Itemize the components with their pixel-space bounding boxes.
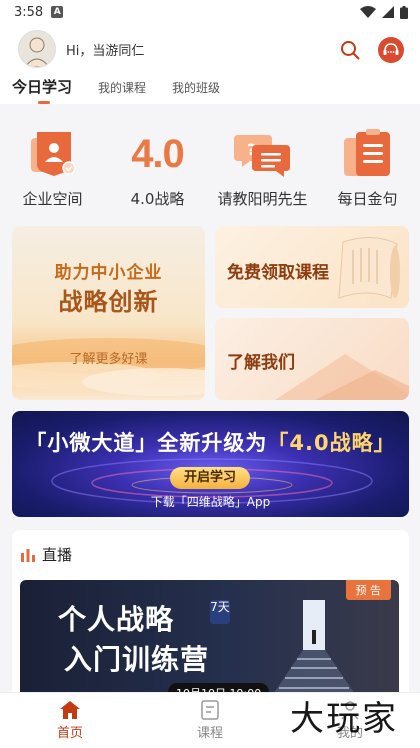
tab-my-courses[interactable]: 我的课程 [98,74,146,96]
quick-link-label: 4.0战略 [130,190,185,208]
top-tabs: 今日学习 我的课程 我的班级 [0,74,420,104]
course-icon [201,700,219,720]
free-course-label: 免费领取课程 [227,263,329,283]
nav-label: 课程 [196,726,223,741]
doorway-stairs-image [269,600,359,700]
home-icon [60,701,80,719]
greeting-text: Hi，当游同仁 [66,43,145,59]
tab-today-learning[interactable]: 今日学习 [12,74,72,104]
promo-line2: 战略创新 [58,288,159,316]
promo-card-sme-strategy[interactable]: 助力中小企业 战略创新 了解更多好课 [12,226,205,400]
days-badge: 7天 [210,600,230,624]
live-section: 直播 预 告 个人战略 7天 入门训练营 10月10日 19:00 [12,530,409,700]
free-course-card[interactable]: 免费领取课程 [215,226,409,308]
banner-title-part1: 「小微大道」全新升级为 [25,431,268,455]
app-header: Hi，当游同仁 [0,24,420,74]
strategy-4-icon: 4.0 [131,126,185,182]
customer-service-icon[interactable] [378,37,404,63]
quick-link-label: 企业空间 [22,190,83,208]
quick-link-label: 每日金句 [337,190,398,208]
live-section-title: 直播 [42,546,73,564]
search-icon[interactable] [340,40,360,60]
tab-my-classes[interactable]: 我的班级 [172,74,220,96]
banner-subtitle: 下载「四维战略」App [150,495,271,509]
preview-tag: 预 告 [345,580,391,600]
status-bar: 3:58 A [0,0,420,24]
quick-link-label: 请教阳明先生 [217,190,308,208]
quick-links: 企业空间 4.0 4.0战略 ? 请教阳明先生 每日金句 [0,120,420,220]
watermark: 大玩家 [290,699,398,739]
promo-line1: 助力中小企业 [54,263,163,283]
quick-link-daily-quote[interactable]: 每日金句 [315,120,420,220]
notification-icon: A [51,6,64,18]
about-us-label: 了解我们 [227,353,295,373]
banner-title-part2: 「4.0战略」 [267,431,396,455]
quick-link-ask-yangming[interactable]: ? 请教阳明先生 [210,120,315,220]
enterprise-icon [25,126,81,182]
avatar[interactable] [18,30,56,68]
scroll-illustration [338,237,400,299]
wifi-icon [360,6,376,18]
quick-link-strategy[interactable]: 4.0 4.0战略 [105,120,210,220]
live-title-line1: 个人战略 [58,603,175,636]
quick-link-enterprise-space[interactable]: 企业空间 [0,120,105,220]
strategy-icon-text: 4.0 [131,131,185,176]
banner-title: 「小微大道」全新升级为「4.0战略」 [12,427,409,457]
signal-icon [382,6,394,18]
upgrade-banner[interactable]: 「小微大道」全新升级为「4.0战略」 开启学习 下载「四维战略」App [12,411,409,517]
user-avatar-icon [24,37,50,67]
nav-home[interactable]: 首页 [0,693,140,748]
promo-link[interactable]: 了解更多好课 [12,348,205,367]
ask-chat-icon: ? [233,126,292,182]
live-course-card[interactable]: 预 告 个人战略 7天 入门训练营 10月10日 19:00 [20,580,399,700]
daily-quote-icon [342,126,394,182]
status-time: 3:58 [14,4,44,20]
start-learning-button[interactable]: 开启学习 [170,467,250,489]
nav-courses[interactable]: 课程 [140,693,280,748]
battery-icon [400,5,408,19]
bar-chart-icon [21,548,35,562]
nav-label: 首页 [56,726,83,741]
live-title-line2: 入门训练营 [64,643,210,676]
about-us-card[interactable]: 了解我们 [215,318,409,400]
